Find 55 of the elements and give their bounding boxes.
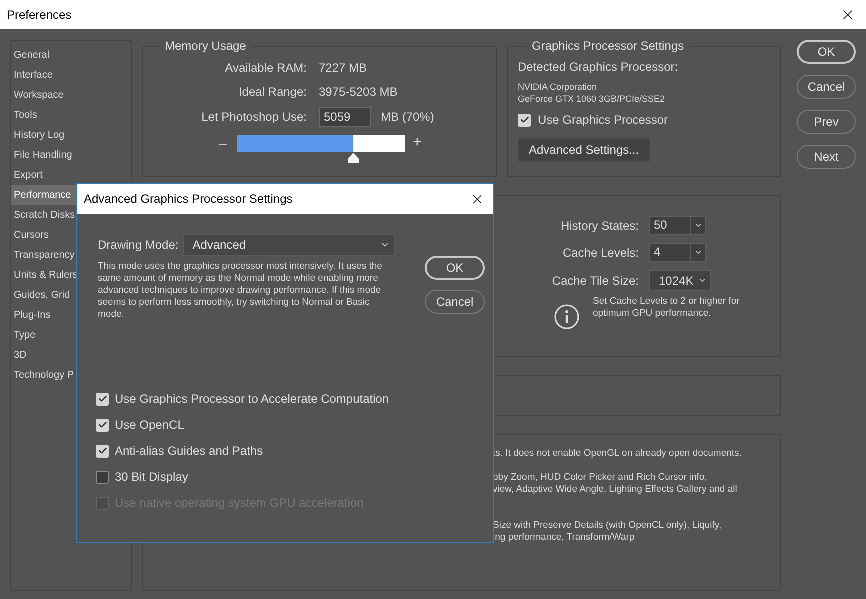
dropdown[interactable]: 1024K bbox=[649, 270, 711, 291]
sidebar-item[interactable]: General bbox=[11, 45, 131, 65]
field-label: Let Photoshop Use: bbox=[200, 109, 307, 126]
checkbox-label: Use Graphics Processor to Accelerate Computation bbox=[115, 391, 390, 408]
field-value: 3975-5203 MB bbox=[319, 84, 399, 101]
checkbox[interactable] bbox=[96, 392, 109, 406]
combo-box[interactable]: 4 bbox=[649, 243, 706, 262]
description-text: view, Adaptive Wide Angle, Lighting Effects Gallery and all bbox=[493, 484, 738, 496]
sidebar-item[interactable]: File Handling bbox=[11, 145, 131, 165]
dialog-button[interactable]: Cancel bbox=[797, 75, 856, 99]
mode-description: This mode uses the graphics processor most intensively. It uses the same amount of memory as the Normal mode while enabling more advanced techniques to improve drawing performance. If this mode seems to perform less smoothly, try switching to Normal or Basic mode. bbox=[98, 261, 384, 321]
panel-title: Memory Usage bbox=[164, 38, 248, 55]
dialog-button[interactable]: Cancel bbox=[425, 290, 485, 314]
sidebar-item[interactable]: Interface bbox=[11, 65, 131, 85]
field-label: Available RAM: bbox=[224, 60, 307, 77]
field-label: Ideal Range: bbox=[238, 84, 307, 101]
sidebar-item[interactable]: History Log bbox=[11, 125, 131, 145]
processor-name: NVIDIA Corporation bbox=[518, 81, 598, 93]
sidebar-item[interactable]: Export bbox=[11, 165, 131, 185]
field-label: Drawing Mode: bbox=[98, 237, 179, 254]
checkbox-label: 30 Bit Display bbox=[115, 469, 188, 486]
field-label: History States: bbox=[560, 218, 639, 234]
processor-name: GeForce GTX 1060 3GB/PCIe/SSE2 bbox=[518, 93, 666, 105]
info-icon bbox=[554, 304, 580, 330]
checkbox-label: Anti-alias Guides and Paths bbox=[115, 443, 264, 460]
sidebar-item[interactable]: Tools bbox=[11, 105, 131, 125]
sidebar-item[interactable]: Workspace bbox=[11, 85, 131, 105]
field-label: Cache Tile Size: bbox=[551, 272, 639, 290]
dialog-button[interactable]: OK bbox=[425, 256, 485, 280]
chevron-icon bbox=[698, 276, 707, 285]
dialog-button[interactable]: OK bbox=[797, 40, 856, 64]
checkbox[interactable] bbox=[96, 418, 109, 432]
checkbox[interactable] bbox=[96, 444, 109, 458]
checkbox[interactable] bbox=[518, 114, 531, 126]
dialog-button[interactable]: Next bbox=[797, 145, 856, 169]
chevron-icon bbox=[694, 221, 702, 230]
combo-box[interactable]: 50 bbox=[649, 216, 706, 235]
increase-button[interactable]: + bbox=[413, 132, 422, 154]
advanced-settings-button[interactable]: Advanced Settings... bbox=[518, 138, 650, 162]
panel-title: Graphics Processor Settings bbox=[531, 38, 686, 55]
chevron-icon bbox=[694, 248, 702, 257]
drawing-mode-dropdown[interactable]: Advanced bbox=[182, 234, 395, 256]
unit-label: MB (70%) bbox=[381, 109, 434, 126]
checkbox-label: Use Graphics Processor bbox=[538, 112, 668, 129]
description-text: Size with Preserve Details (with OpenCL only), Liquify, bbox=[493, 520, 723, 532]
checkbox[interactable] bbox=[96, 470, 109, 484]
window-title: Preferences bbox=[7, 6, 72, 24]
checkbox-label: Use OpenCL bbox=[115, 417, 184, 434]
decrease-button[interactable]: – bbox=[217, 132, 229, 154]
memory-input[interactable]: 5059 bbox=[319, 107, 371, 127]
dialog-button[interactable]: Prev bbox=[797, 110, 856, 134]
info-note: Set Cache Levels to 2 or higher for optimum GPU performance. bbox=[593, 296, 741, 320]
field-label: Detected Graphics Processor: bbox=[518, 59, 680, 76]
field-label: Cache Levels: bbox=[562, 244, 639, 262]
field-value: 7227 MB bbox=[319, 60, 368, 77]
